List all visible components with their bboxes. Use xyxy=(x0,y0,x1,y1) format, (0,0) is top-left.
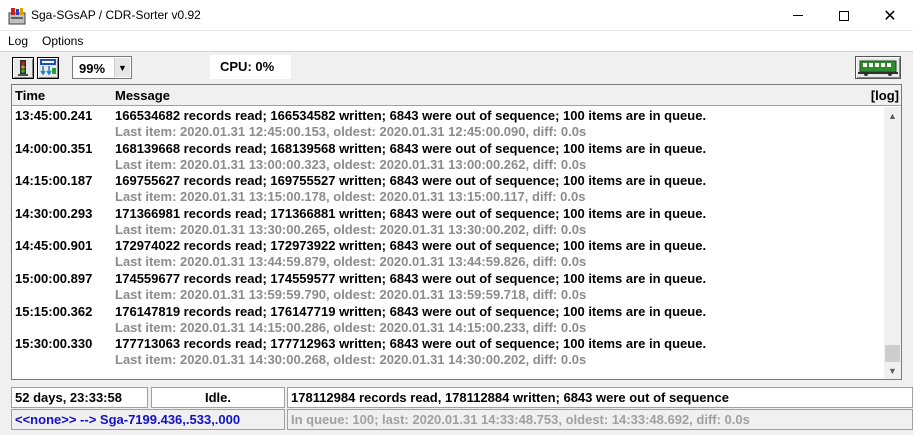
log-entry[interactable]: 15:15:00.362 176147819 records read; 1761… xyxy=(12,303,884,336)
log-entry-message: 176147819 records read; 176147719 writte… xyxy=(115,303,707,319)
log-entry-message: 168139668 records read; 168139568 writte… xyxy=(115,140,707,156)
queue-status: In queue: 100; last: 2020.01.31 14:33:48… xyxy=(287,409,913,430)
log-list[interactable]: Time Message [log] 13:45:00.241 166534682… xyxy=(11,84,902,380)
log-entry-time: 14:00:00.351 xyxy=(15,140,93,156)
log-entry[interactable]: 14:45:00.901 172974022 records read; 1729… xyxy=(12,237,884,270)
scroll-thumb[interactable] xyxy=(885,345,900,362)
log-rows: 13:45:00.241 166534682 records read; 1665… xyxy=(12,107,884,379)
scroll-down-icon[interactable]: ▼ xyxy=(884,362,901,379)
route-status: <<none>> --> Sga-7199.436,.533,.000 xyxy=(11,409,285,430)
summary-status: 178112984 records read, 178112884 writte… xyxy=(287,387,913,408)
menu-log[interactable]: Log xyxy=(8,34,28,48)
app-icon xyxy=(8,8,26,25)
log-entry[interactable]: 14:15:00.187 169755627 records read; 1697… xyxy=(12,172,884,205)
title-bar: Sga-SGsAP / CDR-Sorter v0.92 ✕ xyxy=(0,0,913,31)
scroll-up-icon[interactable]: ▲ xyxy=(884,107,901,124)
state-status: Idle. xyxy=(151,387,285,408)
menu-options[interactable]: Options xyxy=(42,34,83,48)
maximize-button[interactable] xyxy=(821,0,867,31)
zoom-value: 99% xyxy=(79,61,106,76)
log-header: Time Message [log] xyxy=(12,85,901,106)
log-entry-detail: Last item: 2020.01.31 12:45:00.153, olde… xyxy=(115,124,587,139)
column-header-time[interactable]: Time xyxy=(15,88,45,103)
close-button[interactable]: ✕ xyxy=(867,0,913,31)
uptime-status: 52 days, 23:33:58 xyxy=(11,387,148,408)
train-icon xyxy=(858,60,898,76)
chevron-down-icon[interactable]: ▼ xyxy=(114,58,130,77)
cpu-indicator: CPU: 0% xyxy=(210,55,291,79)
log-entry[interactable]: 15:30:00.330 177713063 records read; 1777… xyxy=(12,335,884,368)
auto-sort-button[interactable] xyxy=(37,57,59,79)
vertical-scrollbar[interactable]: ▲ ▼ xyxy=(884,107,901,379)
log-entry-time: 15:15:00.362 xyxy=(15,303,93,319)
log-entry-time: 14:15:00.187 xyxy=(15,173,93,189)
log-entry-time: 15:30:00.330 xyxy=(15,336,93,352)
log-entry-message: 172974022 records read; 172973922 writte… xyxy=(115,238,707,254)
log-entry-time: 15:00:00.897 xyxy=(15,270,93,286)
log-entry[interactable]: 14:30:00.293 171366981 records read; 1713… xyxy=(12,205,884,238)
log-entry-message: 169755627 records read; 169755527 writte… xyxy=(115,173,707,189)
log-entry[interactable]: 13:45:00.241 166534682 records read; 1665… xyxy=(12,107,884,140)
traffic-light-button[interactable] xyxy=(12,57,34,79)
traffic-light-icon xyxy=(18,60,28,76)
zoom-select[interactable]: 99% ▼ xyxy=(72,56,132,79)
log-entry-detail: Last item: 2020.01.31 13:59:59.790, olde… xyxy=(115,286,587,302)
log-entry-detail: Last item: 2020.01.31 14:30:00.268, olde… xyxy=(115,352,587,368)
log-entry-message: 177713063 records read; 177712963 writte… xyxy=(115,336,707,352)
log-entry-detail: Last item: 2020.01.31 13:44:59.879, olde… xyxy=(115,254,587,270)
log-button[interactable]: [log] xyxy=(871,88,899,103)
minimize-icon xyxy=(793,15,803,16)
log-entry-detail: Last item: 2020.01.31 13:30:00.265, olde… xyxy=(115,221,587,237)
menu-bar: Log Options xyxy=(0,31,913,51)
log-entry-detail: Last item: 2020.01.31 13:00:00.323, olde… xyxy=(115,156,587,172)
log-entry[interactable]: 14:00:00.351 168139668 records read; 1681… xyxy=(12,140,884,173)
auto-sort-icon xyxy=(40,59,56,76)
window-title: Sga-SGsAP / CDR-Sorter v0.92 xyxy=(31,8,201,22)
train-button[interactable] xyxy=(855,56,901,79)
column-header-message[interactable]: Message xyxy=(115,88,170,103)
close-icon: ✕ xyxy=(883,5,897,25)
log-entry-time: 14:30:00.293 xyxy=(15,205,93,221)
log-entry[interactable]: 15:00:00.897 174559677 records read; 1745… xyxy=(12,270,884,303)
minimize-button[interactable] xyxy=(775,0,821,31)
log-entry-message: 166534682 records read; 166534582 writte… xyxy=(115,108,707,123)
log-entry-detail: Last item: 2020.01.31 13:15:00.178, olde… xyxy=(115,189,586,205)
log-entry-time: 13:45:00.241 xyxy=(15,108,93,123)
log-entry-message: 174559677 records read; 174559577 writte… xyxy=(115,270,707,286)
maximize-icon xyxy=(839,10,849,21)
log-entry-time: 14:45:00.901 xyxy=(15,238,93,254)
log-entry-message: 171366981 records read; 171366881 writte… xyxy=(115,205,707,221)
toolbar: 99% ▼ CPU: 0% xyxy=(0,51,913,83)
log-entry-detail: Last item: 2020.01.31 14:15:00.286, olde… xyxy=(115,319,587,335)
